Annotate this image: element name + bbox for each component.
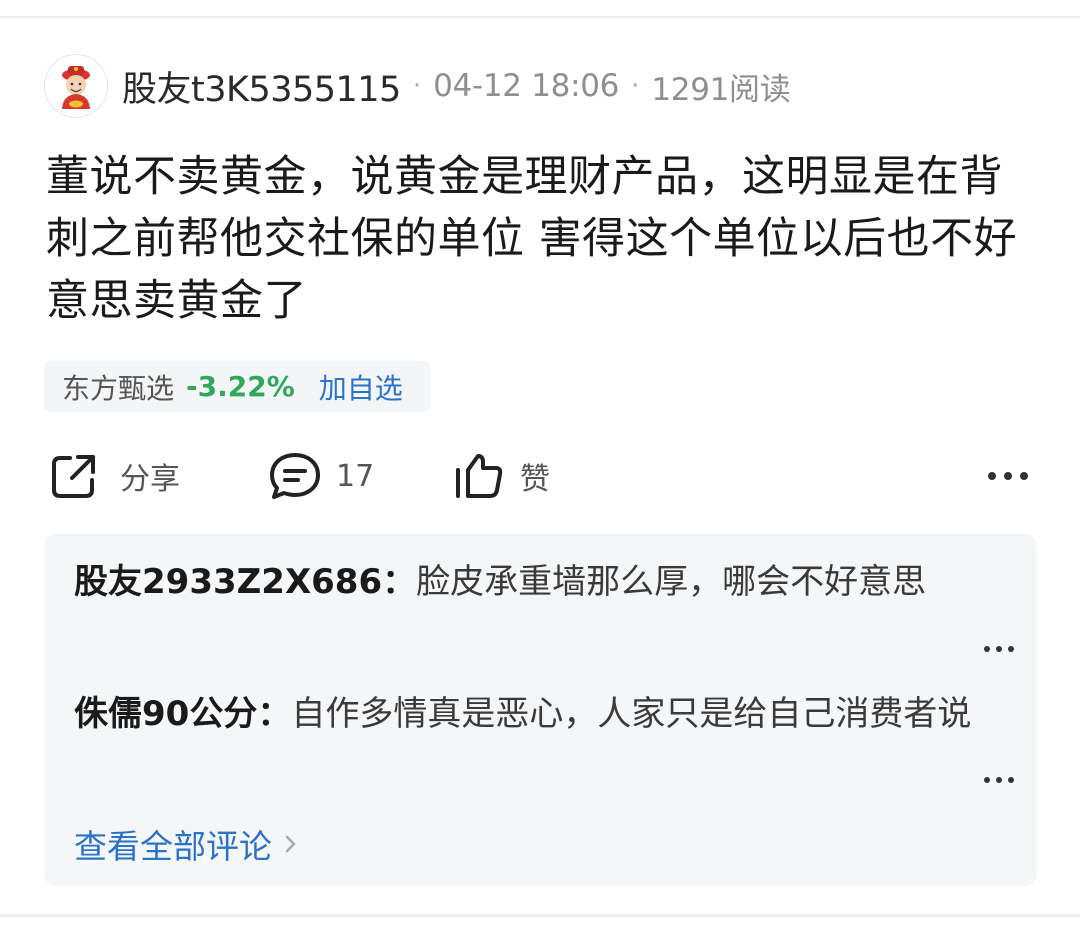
post-body[interactable]: 董说不卖黄金，说黄金是理财产品，这明显是在背刺之前帮他交社保的单位 害得这个单位… xyxy=(46,146,1036,332)
avatar[interactable] xyxy=(44,54,108,118)
comment-text: 脸皮承重墙那么厚，哪会不好意思 xyxy=(416,562,927,602)
comment-item[interactable]: 股友2933Z2X686：脸皮承重墙那么厚，哪会不好意思 xyxy=(74,555,1004,609)
view-all-label: 查看全部评论 xyxy=(74,827,272,866)
like-button[interactable]: 赞 xyxy=(452,446,550,506)
avatar-caishen-icon xyxy=(62,66,90,109)
view-all-comments-link[interactable]: 查看全部评论 xyxy=(74,820,302,868)
chevron-right-icon xyxy=(285,835,296,853)
top-divider xyxy=(0,16,1080,18)
share-label: 分享 xyxy=(120,462,180,497)
post-time: 04-12 18:06 xyxy=(433,68,620,104)
meta-separator: · xyxy=(412,71,422,101)
action-bar: 分享 17 赞 xyxy=(0,446,1080,506)
comment-count: 17 xyxy=(336,458,375,494)
like-label: 赞 xyxy=(520,462,550,497)
comment-user[interactable]: 股友2933Z2X686： xyxy=(74,562,416,602)
view-count: 1291阅读 xyxy=(651,71,791,108)
meta-separator: · xyxy=(631,71,640,101)
comment-user[interactable]: 侏儒90公分： xyxy=(74,694,291,734)
share-icon xyxy=(52,455,95,498)
comment-text: 自作多情真是恶心，人家只是给自己消费者说 xyxy=(291,694,972,734)
add-watchlist-button[interactable]: 加自选 xyxy=(319,367,403,407)
comment-item[interactable]: 侏儒90公分：自作多情真是恶心，人家只是给自己消费者说 xyxy=(74,687,1004,741)
like-icon xyxy=(456,454,503,498)
comment-more-icon[interactable] xyxy=(982,644,1016,654)
bottom-divider xyxy=(0,914,1080,917)
stock-change: -3.22% xyxy=(186,370,295,403)
share-button[interactable]: 分享 xyxy=(48,446,180,506)
stock-name[interactable]: 东方甄选 xyxy=(62,367,174,407)
comment-more-icon[interactable] xyxy=(982,775,1016,785)
more-icon xyxy=(988,472,1028,480)
comment-button[interactable]: 17 xyxy=(268,446,374,506)
stock-chip[interactable]: 东方甄选 -3.22% 加自选 xyxy=(44,361,430,412)
post-header: 股友t3K5355115 · 04-12 18:06 · 1291阅读 xyxy=(44,54,791,118)
more-button[interactable] xyxy=(986,446,1030,506)
comment-icon xyxy=(270,453,320,499)
comments-preview: 股友2933Z2X686：脸皮承重墙那么厚，哪会不好意思 侏儒90公分：自作多情… xyxy=(44,534,1037,886)
author-name[interactable]: 股友t3K5355115 xyxy=(122,61,401,112)
